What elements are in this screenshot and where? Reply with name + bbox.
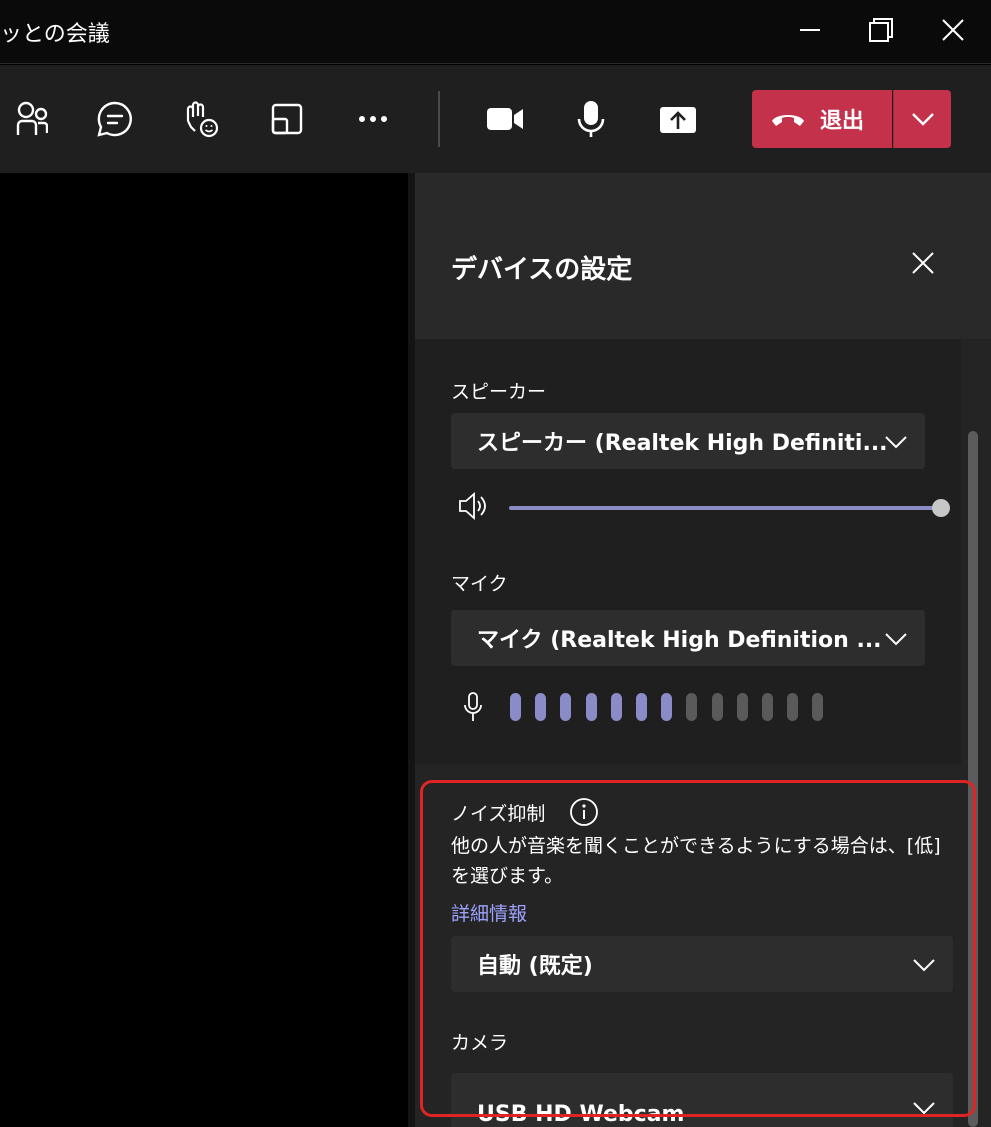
mic-dropdown[interactable]: マイク (Realtek High Definition ... (451, 610, 925, 666)
video-stage (0, 177, 408, 1127)
people-button[interactable] (0, 91, 56, 147)
speaker-dropdown[interactable]: スピーカー (Realtek High Definiti... (451, 413, 925, 469)
rooms-button[interactable] (259, 91, 315, 147)
mic-level-icon (464, 692, 482, 721)
toolbar-divider (438, 91, 440, 147)
more-icon (359, 116, 387, 122)
mic-button[interactable] (563, 91, 619, 147)
title-bar: ッとの会議 (0, 0, 991, 64)
chat-icon (97, 101, 132, 137)
share-button[interactable] (650, 91, 706, 147)
react-button[interactable] (172, 91, 228, 147)
mic-level-bar (812, 693, 824, 721)
speaker-volume-slider[interactable] (509, 506, 941, 510)
panel-title: デバイスの設定 (451, 255, 633, 285)
chevron-down-icon (885, 633, 907, 646)
leave-button[interactable]: 退出 (752, 90, 892, 148)
maximize-button[interactable] (856, 8, 906, 52)
hang-up-icon (772, 115, 804, 126)
window-title: ッとの会議 (0, 22, 110, 47)
close-window-button[interactable] (928, 8, 978, 52)
raise-hand-icon (186, 101, 219, 138)
speaker-value: スピーカー (Realtek High Definiti... (477, 431, 888, 456)
rooms-icon (271, 103, 303, 135)
camera-icon (487, 108, 523, 130)
speaker-label: スピーカー (451, 381, 547, 403)
speaker-volume-thumb[interactable] (932, 499, 950, 517)
mic-icon (577, 101, 605, 137)
mic-level-bar (585, 693, 597, 721)
close-icon (942, 19, 964, 41)
chevron-down-icon (885, 436, 907, 449)
people-icon (16, 101, 48, 135)
minimize-button[interactable] (785, 8, 835, 52)
restore-icon (869, 18, 893, 42)
mic-level-bar (535, 693, 547, 721)
chat-button[interactable] (87, 91, 143, 147)
mic-level-bar (686, 693, 698, 721)
mic-value: マイク (Realtek High Definition ... (477, 628, 882, 653)
leave-options-button[interactable] (893, 90, 951, 148)
share-icon (660, 107, 696, 133)
mic-level-bar (711, 693, 723, 721)
mic-level-bar (736, 693, 748, 721)
mic-level-bar (762, 693, 773, 721)
camera-button[interactable] (477, 91, 533, 147)
mic-level-bar (787, 693, 799, 721)
mic-level-bar (661, 693, 673, 721)
mic-label: マイク (451, 573, 508, 595)
panel-header: デバイスの設定 (415, 173, 991, 339)
minimize-icon (800, 29, 820, 31)
meeting-toolbar: 退出 (0, 65, 991, 173)
more-button[interactable] (345, 91, 401, 147)
pane-divider (408, 173, 415, 1127)
mic-level-bar (510, 693, 521, 721)
mic-level-bar (610, 693, 622, 721)
panel-close-button[interactable] (905, 245, 941, 281)
chevron-down-icon (911, 113, 934, 126)
close-icon (912, 252, 934, 274)
highlight-box (420, 780, 976, 1117)
leave-label: 退出 (820, 109, 865, 134)
speaker-volume-icon (459, 492, 486, 520)
mic-level-bar (560, 693, 572, 721)
mic-level-bar (636, 693, 647, 721)
